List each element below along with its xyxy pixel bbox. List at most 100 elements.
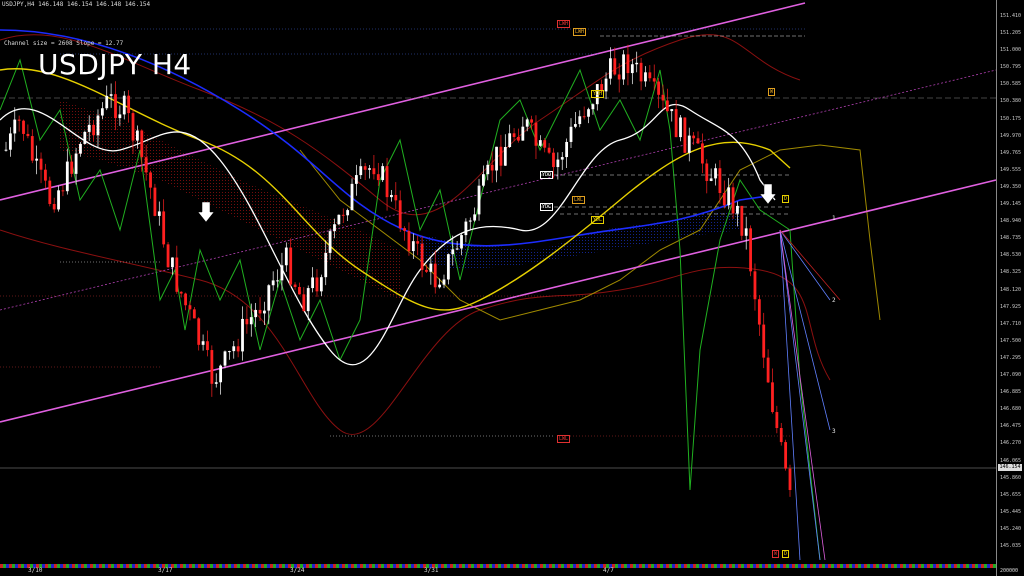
candle-body: [206, 341, 209, 351]
candle-body: [293, 284, 297, 287]
candle-body: [394, 194, 398, 201]
candle-body: [201, 341, 205, 345]
candle-body: [175, 257, 179, 292]
candle-body: [179, 291, 183, 294]
candle-body: [284, 247, 288, 266]
candle-body: [39, 158, 43, 170]
price-label: 146.885: [1000, 389, 1022, 396]
envelope-lower: [0, 229, 831, 435]
channel-upper: [0, 2, 806, 201]
candle-body: [438, 284, 442, 288]
candle-body: [368, 168, 371, 170]
candle-body: [543, 140, 547, 148]
candle-body: [197, 318, 201, 345]
candle-body: [679, 117, 682, 138]
level-tag-lwh: LWH: [557, 20, 571, 28]
candle-body: [311, 277, 314, 289]
candle-body: [674, 109, 678, 138]
candle-body: [22, 120, 25, 134]
candle-body: [267, 285, 271, 311]
candle-body: [429, 263, 433, 272]
candle-body: [565, 141, 569, 158]
candle-body: [403, 228, 406, 231]
candle-body: [337, 214, 341, 225]
candle-body: [451, 249, 455, 255]
candle-body: [354, 175, 358, 184]
candle-body: [512, 133, 516, 137]
price-label: 145.445: [1000, 508, 1022, 515]
projection-label-2: 2: [832, 297, 836, 304]
candle-body: [100, 108, 104, 116]
candle-body: [753, 271, 757, 300]
candle-body: [495, 146, 498, 171]
candle-body: [779, 428, 783, 443]
price-label: 148.530: [1000, 252, 1022, 259]
level-tag-d-mid: D: [782, 195, 790, 203]
channel-mid: [0, 69, 997, 311]
candle-body: [591, 104, 595, 110]
candle-body: [477, 185, 481, 215]
date-label-3: 3/24: [290, 567, 305, 574]
candle-body: [254, 309, 258, 318]
level-tag-lwl: LWL: [572, 196, 586, 204]
candle-body: [192, 309, 196, 319]
candle-body: [665, 100, 669, 112]
price-label: 150.795: [1000, 64, 1022, 71]
candle-body: [521, 126, 525, 141]
candle-body: [140, 130, 144, 158]
candle-body: [657, 81, 661, 95]
candle-body: [74, 153, 78, 174]
price-label: 150.175: [1000, 115, 1022, 122]
price-chart[interactable]: [0, 0, 1024, 576]
candle-body: [538, 140, 542, 146]
candle-body: [105, 95, 109, 109]
candle-body: [687, 135, 691, 153]
candle-body: [433, 263, 437, 288]
price-label: 145.655: [1000, 491, 1022, 498]
candle-body: [144, 157, 148, 173]
level-tag-lwl-low: LWL: [557, 435, 571, 443]
candle-body: [692, 135, 696, 139]
candle-body: [52, 203, 56, 210]
date-label-2: 3/17: [158, 567, 173, 574]
price-label: 146.065: [1000, 457, 1022, 464]
candle-body: [341, 214, 345, 216]
price-label: 148.325: [1000, 269, 1022, 276]
price-label: 148.120: [1000, 286, 1022, 293]
candle-body: [109, 94, 113, 96]
candle-body: [455, 248, 459, 250]
candle-body: [482, 174, 485, 186]
level-tag-w-top: W: [768, 88, 776, 96]
candle-body: [48, 180, 52, 204]
candle-body: [96, 115, 100, 136]
price-label: 150.380: [1000, 98, 1022, 105]
candle-body: [153, 187, 157, 216]
candle-body: [490, 164, 494, 171]
price-label: 149.350: [1000, 183, 1022, 190]
price-label: 147.710: [1000, 320, 1022, 327]
level-tag-ydh: YDH: [591, 90, 605, 98]
candle-body: [263, 310, 266, 314]
candle-body: [381, 166, 385, 181]
date-label-1: 3/10: [28, 567, 43, 574]
candle-body: [613, 58, 617, 75]
candle-body: [630, 64, 634, 74]
candle-body: [149, 172, 152, 188]
candle-body: [166, 244, 170, 268]
candle-body: [683, 117, 687, 153]
candle-body: [306, 288, 310, 312]
candle-body: [517, 136, 520, 141]
candle-body: [346, 210, 350, 216]
candle-body: [775, 412, 779, 429]
candle-body: [319, 277, 323, 292]
candle-body: [644, 72, 647, 82]
price-label: 148.735: [1000, 235, 1022, 242]
candle-body: [30, 136, 34, 161]
level-tag-w-low: W: [772, 550, 780, 558]
candle-body: [525, 119, 529, 127]
candle-body: [552, 152, 555, 168]
candle-body: [736, 205, 739, 214]
candle-body: [385, 166, 389, 198]
level-tag-ydc: YDC: [540, 203, 554, 211]
candle-body: [784, 442, 788, 469]
